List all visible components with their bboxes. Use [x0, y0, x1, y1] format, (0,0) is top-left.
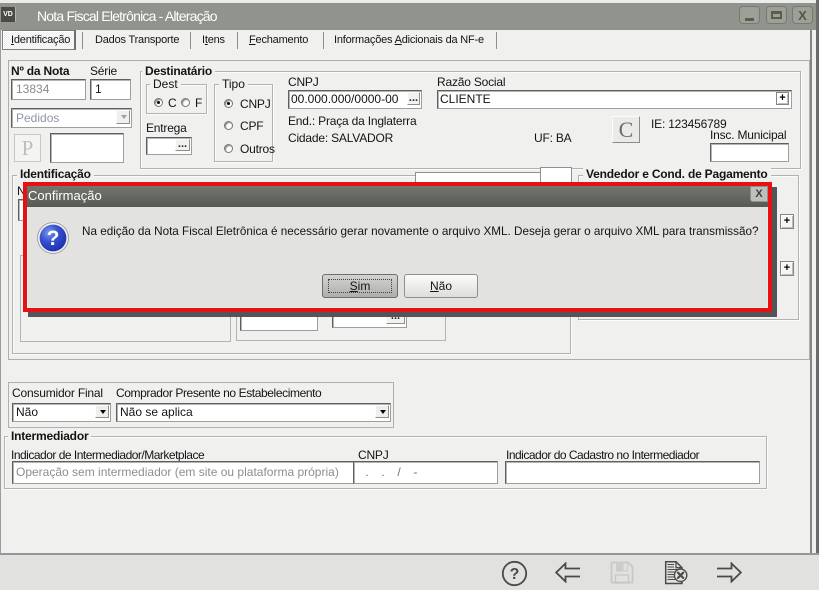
svg-text:?: ? — [510, 566, 520, 583]
svg-text:?: ? — [47, 227, 60, 250]
